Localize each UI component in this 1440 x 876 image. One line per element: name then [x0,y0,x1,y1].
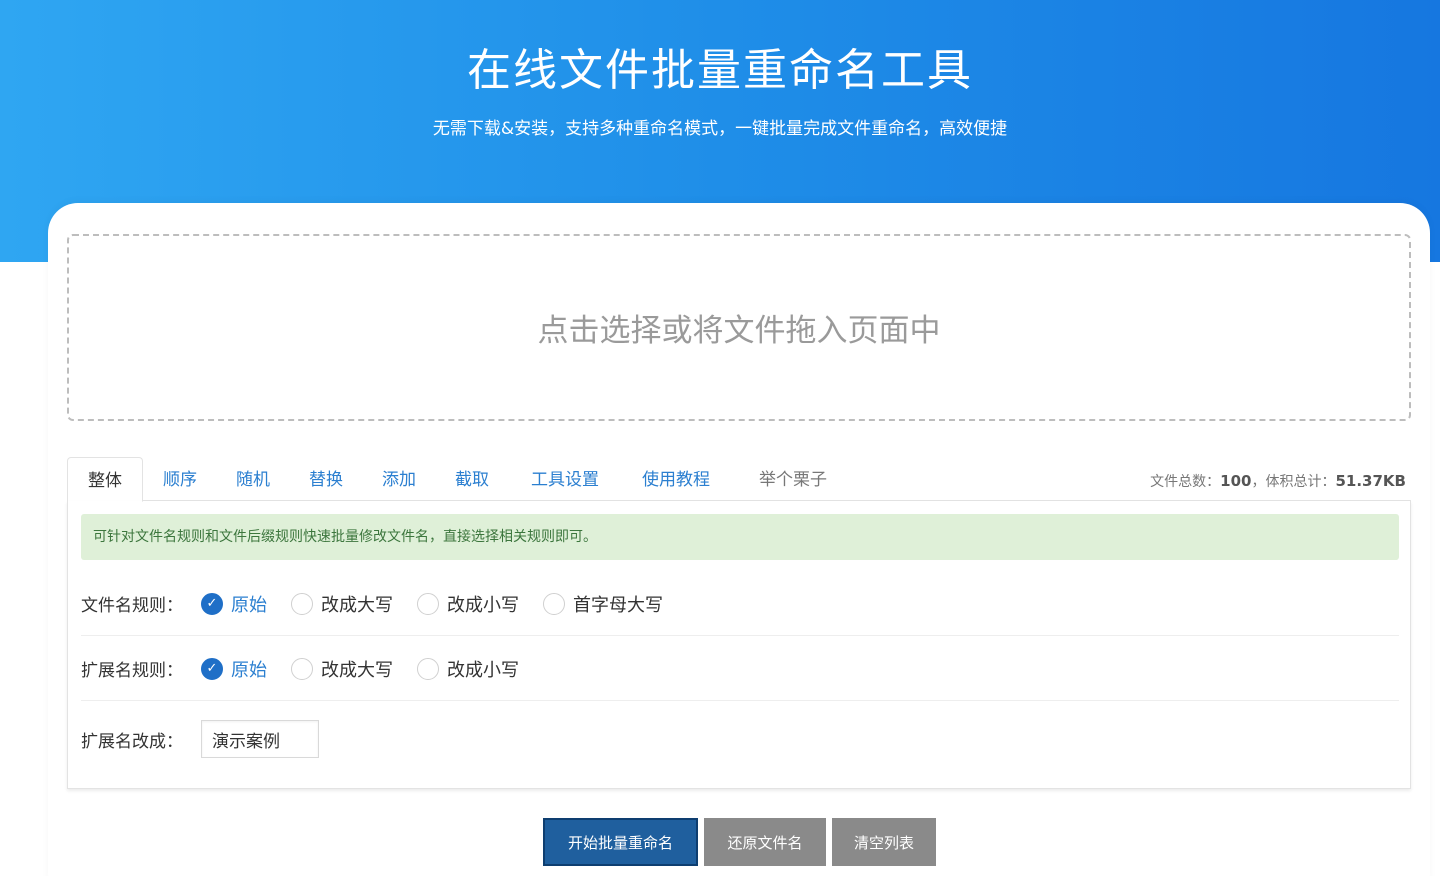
tab-tutorial[interactable]: 使用教程 [630,457,722,501]
radio-label: 改成大写 [321,659,393,681]
radio-label: 首字母大写 [573,594,663,616]
ext-radio-uppercase[interactable]: 改成大写 [291,656,393,682]
tab-extract[interactable]: 截取 [443,457,501,501]
tab-content-overall: 可针对文件名规则和文件后缀规则快速批量修改文件名，直接选择相关规则即可。 文件名… [67,501,1411,789]
ext-rule-label: 扩展名规则： [81,661,183,681]
filename-rule-row: 文件名规则： ✓ 原始 改成大写 改成小写 首字母大写 [81,572,1399,636]
info-notice: 可针对文件名规则和文件后缀规则快速批量修改文件名，直接选择相关规则即可。 [81,514,1399,560]
ext-change-row: 扩展名改成： [81,707,1399,771]
ext-radio-lowercase[interactable]: 改成小写 [417,656,519,682]
tab-tool-settings[interactable]: 工具设置 [519,457,611,501]
file-size-label: 体积总计： [1265,474,1336,490]
tab-overall[interactable]: 整体 [67,457,143,502]
filename-radio-uppercase[interactable]: 改成大写 [291,591,393,617]
file-count-value: 100 [1220,472,1252,490]
stats-separator: ， [1251,474,1266,490]
ext-change-label: 扩展名改成： [81,731,183,752]
radio-empty-icon [291,592,313,615]
ext-rule-row: 扩展名规则： ✓ 原始 改成大写 改成小写 [81,637,1399,701]
radio-label: 改成小写 [447,594,519,616]
radio-label: 改成大写 [321,594,393,616]
restore-filenames-button[interactable]: 还原文件名 [704,818,826,866]
radio-empty-icon [417,592,439,615]
tab-bar: 整体 顺序 随机 替换 添加 截取 工具设置 使用教程 举个栗子 文件总数：10… [67,457,1411,502]
file-stats: 文件总数：100，体积总计：51.37KB [1150,471,1406,491]
tab-sequence[interactable]: 顺序 [151,457,209,501]
dropzone-text: 点击选择或将文件拖入页面中 [537,313,941,349]
radio-empty-icon [417,657,439,680]
file-size-value: 51.37KB [1335,472,1406,490]
page-subtitle: 无需下载&安装，支持多种重命名模式，一键批量完成文件重命名，高效便捷 [432,119,1008,139]
start-rename-button[interactable]: 开始批量重命名 [543,818,698,866]
file-dropzone[interactable]: 点击选择或将文件拖入页面中 [67,234,1411,421]
tab-random[interactable]: 随机 [224,457,282,501]
check-icon: ✓ [201,592,223,615]
page-title: 在线文件批量重命名工具 [467,45,973,96]
filename-radio-original[interactable]: ✓ 原始 [201,591,267,617]
filename-radio-capitalize[interactable]: 首字母大写 [543,591,663,617]
settings-panel: 整体 顺序 随机 替换 添加 截取 工具设置 使用教程 举个栗子 文件总数：10… [67,457,1411,789]
radio-empty-icon [543,592,565,615]
file-count-label: 文件总数： [1150,474,1221,490]
ext-change-input[interactable] [201,720,319,758]
filename-rule-label: 文件名规则： [81,596,183,616]
tab-add[interactable]: 添加 [370,457,428,501]
radio-empty-icon [291,657,313,680]
radio-label: 改成小写 [447,659,519,681]
clear-list-button[interactable]: 清空列表 [832,818,936,866]
radio-label: 原始 [231,659,267,681]
filename-radio-lowercase[interactable]: 改成小写 [417,591,519,617]
tab-replace[interactable]: 替换 [297,457,355,501]
tab-example[interactable]: 举个栗子 [747,457,839,501]
ext-radio-original[interactable]: ✓ 原始 [201,656,267,682]
radio-label: 原始 [231,594,267,616]
check-icon: ✓ [201,657,223,680]
